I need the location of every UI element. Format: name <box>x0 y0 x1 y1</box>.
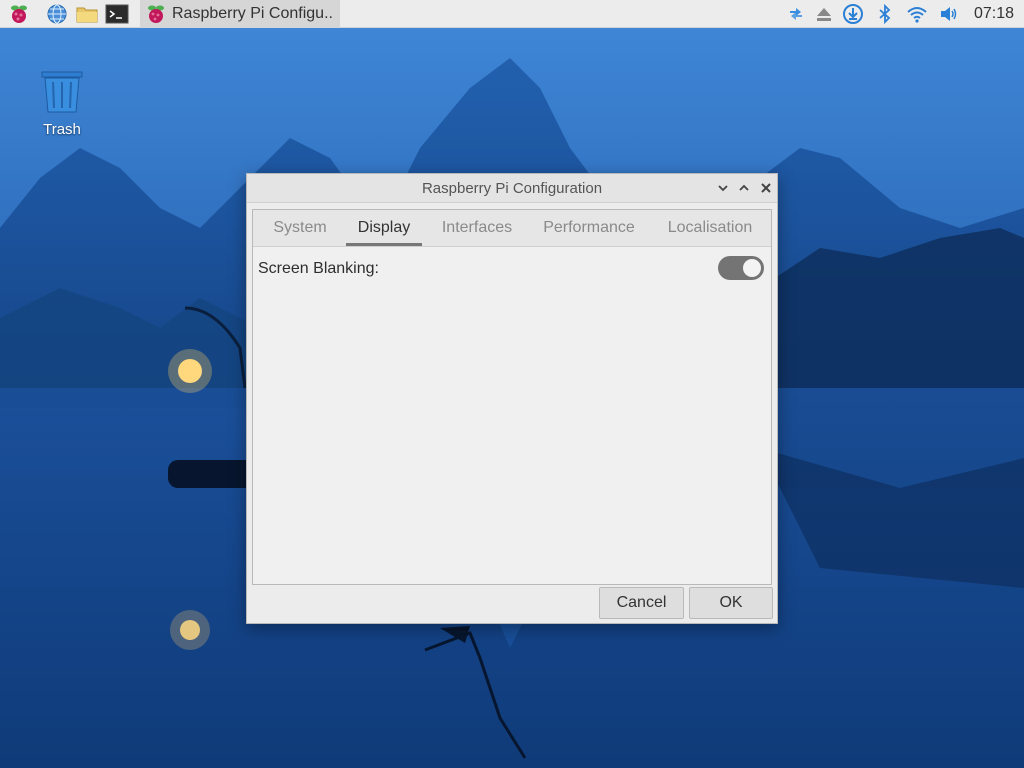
network-transfer-icon[interactable] <box>785 3 807 25</box>
ok-button[interactable]: OK <box>689 587 773 619</box>
wifi-icon[interactable] <box>906 3 928 25</box>
tab-performance[interactable]: Performance <box>533 210 645 246</box>
trash-icon <box>41 71 83 113</box>
bluetooth-icon[interactable] <box>874 3 896 25</box>
raspberry-menu-icon[interactable] <box>7 2 31 26</box>
window-title: Raspberry Pi Configuration <box>421 180 603 197</box>
raspberry-pi-configuration-window: Raspberry Pi Configuration System Displa… <box>246 173 778 624</box>
tab-bar: System Display Interfaces Performance Lo… <box>253 210 771 247</box>
download-icon[interactable] <box>842 3 864 25</box>
screen-blanking-label: Screen Blanking: <box>258 260 379 277</box>
taskbar-window-label: Raspberry Pi Configu.. <box>172 5 333 22</box>
minimize-icon[interactable] <box>715 180 731 196</box>
toggle-knob <box>743 259 761 277</box>
globe-icon[interactable] <box>45 2 69 26</box>
trash-desktop-icon[interactable]: Trash <box>30 70 94 138</box>
eject-icon[interactable] <box>813 3 835 25</box>
window-titlebar[interactable]: Raspberry Pi Configuration <box>247 174 777 203</box>
screen-blanking-toggle[interactable] <box>718 256 764 280</box>
tabs-container: System Display Interfaces Performance Lo… <box>252 209 772 585</box>
tab-interfaces[interactable]: Interfaces <box>433 210 521 246</box>
raspberry-app-icon <box>146 3 166 25</box>
close-icon[interactable] <box>758 180 774 196</box>
taskbar: Raspberry Pi Configu.. 07:18 <box>0 0 1024 28</box>
volume-icon[interactable] <box>938 3 960 25</box>
cancel-button[interactable]: Cancel <box>599 587 684 619</box>
tab-system[interactable]: System <box>261 210 339 246</box>
tab-localisation[interactable]: Localisation <box>655 210 765 246</box>
taskbar-window-button[interactable]: Raspberry Pi Configu.. <box>140 0 340 28</box>
terminal-icon[interactable] <box>105 2 129 26</box>
tab-display[interactable]: Display <box>346 210 422 246</box>
clock[interactable]: 07:18 <box>974 0 1014 28</box>
trash-label: Trash <box>43 121 81 138</box>
folder-icon[interactable] <box>75 2 99 26</box>
maximize-icon[interactable] <box>736 180 752 196</box>
